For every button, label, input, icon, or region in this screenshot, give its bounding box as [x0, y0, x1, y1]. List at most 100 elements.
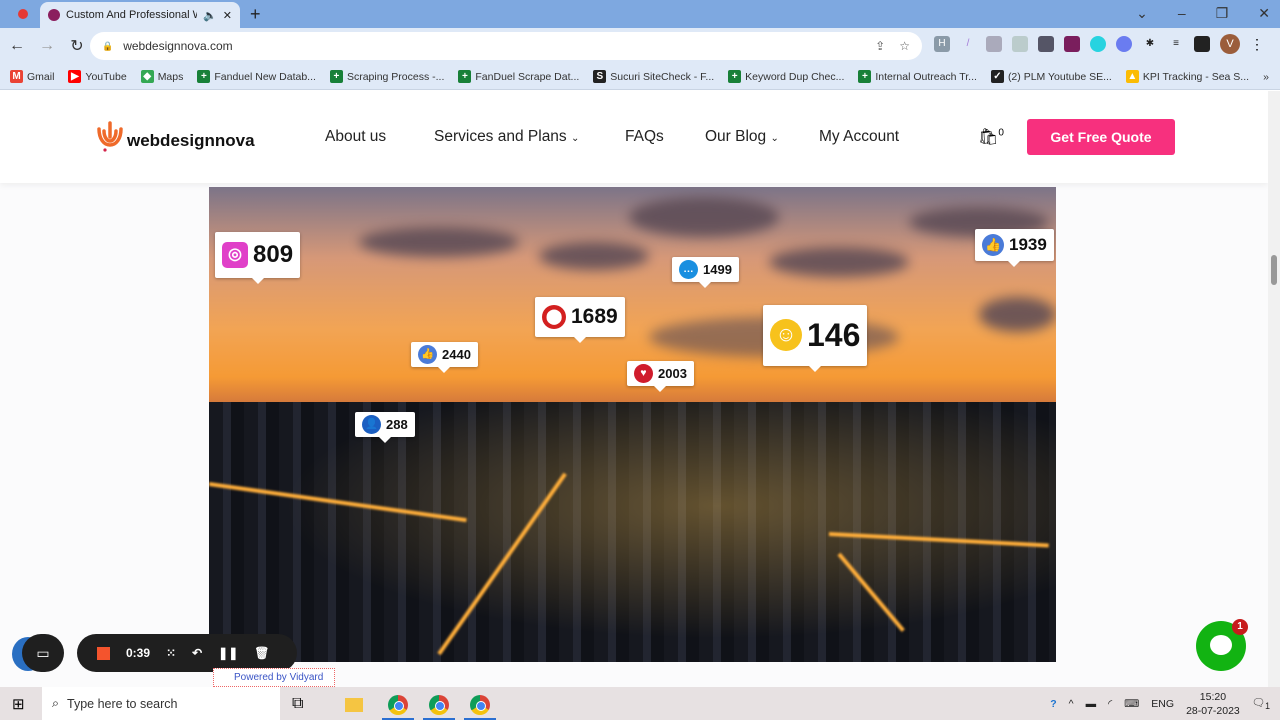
get-free-quote-button[interactable]: Get Free Quote: [1027, 119, 1175, 155]
extension-icon[interactable]: [1064, 36, 1080, 52]
social-count-badge: 👍 1939: [975, 229, 1054, 268]
bookmark-label: FanDuel Scrape Dat...: [475, 70, 580, 83]
stop-recording-button[interactable]: [97, 646, 110, 660]
notification-count: 1: [1265, 701, 1270, 712]
speaker-icon[interactable]: 🔈: [203, 9, 217, 22]
smiley-icon: ☺: [770, 319, 802, 352]
close-tab-icon[interactable]: ✕: [223, 9, 232, 22]
bookmark-favicon-icon: +: [458, 70, 472, 83]
chrome-taskbar-icon[interactable]: [421, 690, 457, 720]
clock[interactable]: 15:20 28-07-2023: [1186, 690, 1240, 718]
extension-icon[interactable]: [1012, 36, 1028, 52]
share-icon[interactable]: ⇪: [875, 39, 885, 53]
puzzle-extensions-icon[interactable]: ✱: [1142, 36, 1158, 52]
site-header: webdesignnova About us Services and Plans…: [0, 91, 1268, 183]
file-explorer-icon[interactable]: [336, 690, 372, 720]
bookmark-item[interactable]: + Internal Outreach Tr...: [858, 70, 977, 83]
extension-icon[interactable]: [1116, 36, 1132, 52]
chrome-taskbar-icon[interactable]: [380, 690, 416, 720]
chat-bubble-icon: [1210, 635, 1232, 655]
cart-button[interactable]: 🛍0: [978, 127, 1004, 147]
task-view-icon[interactable]: ⧉: [292, 695, 303, 713]
show-hidden-icons[interactable]: ^: [1069, 698, 1074, 710]
bookmark-item[interactable]: ✓ (2) PLM Youtube SE...: [990, 70, 1112, 83]
extension-icon[interactable]: [986, 36, 1002, 52]
chevron-down-icon: ⌄: [571, 133, 580, 144]
bookmark-item[interactable]: + FanDuel Scrape Dat...: [458, 70, 579, 83]
pause-button[interactable]: ❚❚: [218, 646, 238, 660]
user-icon: 👤: [362, 414, 381, 434]
profile-avatar[interactable]: V: [1220, 34, 1240, 54]
cart-count: 0: [998, 127, 1004, 139]
clock-date: 28-07-2023: [1186, 704, 1240, 717]
address-bar[interactable]: 🔒 webdesignnova.com ⇪ ☆: [90, 32, 922, 60]
url-text: webdesignnova.com: [123, 39, 233, 53]
bookmark-item[interactable]: + Keyword Dup Chec...: [728, 70, 844, 83]
bookmark-item[interactable]: ◆ Maps: [140, 70, 183, 83]
maximize-button[interactable]: ❐: [1216, 5, 1229, 22]
delete-icon[interactable]: 🗑: [254, 646, 269, 660]
search-icon: ⌕: [52, 696, 60, 710]
chat-icon: …: [679, 259, 698, 279]
bookmark-item[interactable]: + Fanduel New Datab...: [197, 70, 316, 83]
taskbar-search[interactable]: ⌕ Type here to search: [42, 687, 280, 720]
grid-icon[interactable]: ⁙: [166, 646, 176, 660]
chevron-down-icon: ⌄: [770, 133, 779, 144]
extension-icon[interactable]: /: [960, 36, 976, 52]
windows-start-icon[interactable]: ⊞: [12, 695, 25, 713]
chrome-taskbar-icon[interactable]: [462, 690, 498, 720]
bookmark-favicon-icon: ✓: [990, 70, 1004, 83]
bookmark-label: KPI Tracking - Sea S...: [1142, 70, 1250, 83]
help-icon[interactable]: ?: [1050, 698, 1056, 710]
camera-toggle-button[interactable]: ▭: [22, 634, 64, 672]
hero-video[interactable]: ◎ 809 👍 1939… 1499 ⬤ 1689 ☺ 146 👍 2440 ♥ 2003 👤 288: [209, 187, 1056, 662]
nav-item[interactable]: My Account: [819, 128, 899, 146]
keyboard-icon[interactable]: ⌨: [1124, 698, 1139, 710]
bookmark-item[interactable]: S Sucuri SiteCheck - F...: [593, 70, 714, 83]
reload-button[interactable]: ↻: [64, 36, 90, 56]
battery-icon[interactable]: ▬: [1086, 698, 1097, 710]
undo-icon[interactable]: ↶: [192, 646, 202, 660]
extension-icon[interactable]: H: [934, 36, 950, 52]
close-window-button[interactable]: ✕: [1258, 5, 1270, 22]
thumbs-up-icon: 👍: [982, 234, 1004, 257]
bookmark-item[interactable]: M Gmail: [10, 70, 54, 83]
extension-icon[interactable]: [1090, 36, 1106, 52]
menu-kebab-icon[interactable]: ⋮: [1250, 36, 1264, 53]
reading-list-icon[interactable]: ≡: [1168, 36, 1184, 52]
nav-item[interactable]: Services and Plans ⌄: [434, 128, 579, 146]
shopping-bag-icon: 🛍: [978, 129, 999, 146]
powered-by-vidyard[interactable]: Powered by Vidyard: [213, 668, 335, 687]
forward-button[interactable]: →: [34, 37, 60, 55]
bookmark-star-icon[interactable]: ☆: [899, 39, 910, 53]
nav-item[interactable]: Our Blog ⌄: [705, 128, 779, 146]
notifications-icon[interactable]: 🗨1: [1252, 696, 1270, 711]
tab-search-icon[interactable]: ⌄: [1136, 5, 1148, 22]
bookmark-favicon-icon: ▶: [68, 70, 82, 83]
social-count-badge: ☺ 146: [763, 305, 868, 372]
bookmark-label: Fanduel New Datab...: [214, 70, 316, 83]
chat-widget-button[interactable]: 1: [1196, 619, 1248, 671]
bookmark-item[interactable]: ▲ KPI Tracking - Sea S...: [1125, 70, 1250, 83]
minimize-button[interactable]: –: [1178, 5, 1186, 22]
site-logo[interactable]: webdesignnova: [95, 121, 255, 153]
more-bookmarks-button[interactable]: »: [1263, 71, 1269, 83]
back-button[interactable]: ←: [4, 37, 30, 55]
browser-tab[interactable]: Custom And Professional We 🔈 ✕: [40, 2, 240, 28]
page-scrollbar[interactable]: [1268, 91, 1280, 687]
bookmark-favicon-icon: +: [197, 70, 211, 83]
thumbs-up-icon: 👍: [418, 344, 437, 364]
extension-icon[interactable]: [1038, 36, 1054, 52]
location-pin-icon: ⬤: [542, 304, 566, 329]
bookmark-item[interactable]: ▶ YouTube: [68, 70, 127, 83]
new-tab-button[interactable]: +: [250, 4, 261, 25]
bookmark-label: Keyword Dup Chec...: [745, 70, 845, 83]
nav-item[interactable]: FAQs: [625, 128, 664, 146]
nav-item[interactable]: About us: [325, 128, 386, 146]
bookmark-item[interactable]: + Scraping Process -...: [329, 70, 444, 83]
side-panel-icon[interactable]: [1194, 36, 1210, 52]
wifi-icon[interactable]: ◜: [1108, 698, 1112, 710]
scrollbar-thumb[interactable]: [1271, 255, 1277, 285]
bookmark-label: Sucuri SiteCheck - F...: [610, 70, 715, 83]
language-indicator[interactable]: ENG: [1151, 698, 1174, 710]
